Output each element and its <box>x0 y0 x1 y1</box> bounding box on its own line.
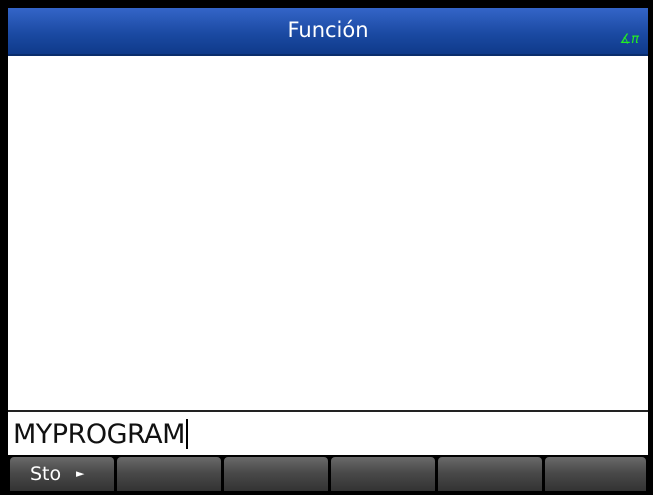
store-arrow-icon: ► <box>76 467 85 480</box>
softkey-5[interactable] <box>438 457 542 491</box>
softkey-2[interactable] <box>117 457 221 491</box>
softkey-6[interactable] <box>545 457 646 491</box>
screen-frame-top <box>0 0 653 8</box>
angle-mode-icon: ∡π <box>619 32 639 47</box>
title-bar: Función ∡π <box>8 8 648 56</box>
text-cursor <box>185 419 188 449</box>
softkey-label: Sto <box>30 463 62 485</box>
softkey-sto[interactable]: Sto ► <box>10 457 114 491</box>
softkey-4[interactable] <box>331 457 435 491</box>
history-area[interactable] <box>8 56 648 410</box>
entry-line[interactable]: MYPROGRAM <box>8 412 648 455</box>
softkey-menu-bar: Sto ► <box>8 455 648 491</box>
screen-frame-right <box>648 0 653 495</box>
entry-text: MYPROGRAM <box>13 419 185 450</box>
softkey-3[interactable] <box>224 457 328 491</box>
screen-frame-bottom <box>0 491 653 495</box>
calculator-screen: Función ∡π MYPROGRAM Sto ► <box>0 0 653 495</box>
screen-frame-left <box>0 0 8 495</box>
app-title: Función <box>287 18 369 42</box>
entry-field[interactable]: MYPROGRAM <box>13 418 188 452</box>
